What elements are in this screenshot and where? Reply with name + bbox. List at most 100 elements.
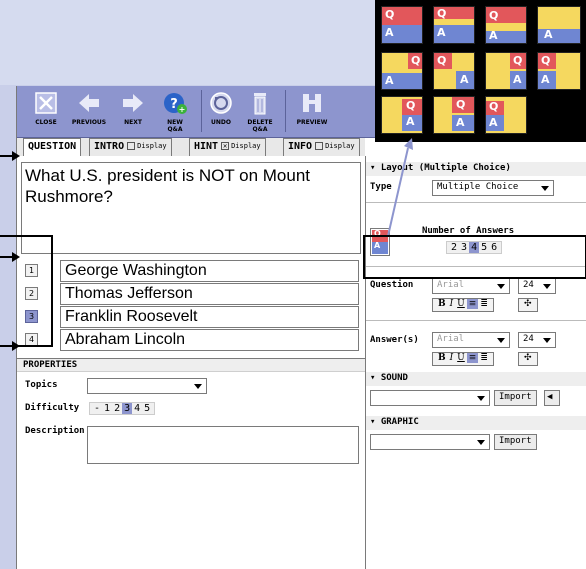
align-left-icon[interactable]: ≡ bbox=[466, 353, 479, 363]
difficulty-selector: -12345 bbox=[89, 402, 156, 415]
tile-a: A bbox=[456, 116, 465, 129]
background-top bbox=[0, 0, 375, 85]
preview-button[interactable]: PREVIEW bbox=[291, 88, 333, 136]
question-text-field[interactable]: What U.S. president is NOT on Mount Rush… bbox=[21, 162, 361, 254]
question-font-value: Arial bbox=[437, 280, 465, 290]
layouts-popup: QA QA QA A QA QA QA QA QA QA QA bbox=[375, 0, 586, 142]
tab-hint[interactable]: HINT ✕ Display bbox=[189, 138, 266, 156]
description-label: Description bbox=[25, 426, 85, 436]
undo-icon bbox=[210, 92, 232, 114]
question-font-select[interactable]: Arial bbox=[432, 278, 510, 294]
tab-intro[interactable]: INTRO Display bbox=[89, 138, 172, 156]
answer-field-1[interactable]: George Washington bbox=[60, 260, 359, 282]
tile-a: A bbox=[406, 115, 415, 128]
new-qa-button[interactable]: ? + NEW Q&A bbox=[159, 88, 191, 136]
answer-number-1[interactable]: 1 bbox=[25, 264, 38, 277]
answers-size-value: 24 bbox=[523, 334, 534, 344]
underline-button[interactable]: U bbox=[455, 353, 467, 363]
svg-text:?: ? bbox=[170, 97, 178, 112]
layout-option[interactable]: QA bbox=[433, 6, 475, 44]
difficulty-option[interactable]: 1 bbox=[102, 403, 112, 414]
layout-header: ▾ Layout (Multiple Choice) bbox=[366, 162, 586, 176]
move-icon[interactable]: ✣ bbox=[518, 352, 538, 366]
intro-display-label: Display bbox=[137, 142, 167, 150]
difficulty-option[interactable]: 3 bbox=[122, 403, 133, 414]
layout-option[interactable]: QA bbox=[485, 52, 527, 90]
answers-font-select[interactable]: Arial bbox=[432, 332, 510, 348]
layout-option[interactable]: QA bbox=[381, 96, 423, 134]
num-answers-option[interactable]: 6 bbox=[489, 242, 499, 253]
layout-option[interactable]: QA bbox=[433, 96, 475, 134]
layout-option[interactable]: QA bbox=[485, 96, 527, 134]
tab-question[interactable]: QUESTION bbox=[23, 138, 82, 157]
difficulty-option[interactable]: - bbox=[92, 403, 102, 414]
info-display-checkbox[interactable] bbox=[315, 142, 324, 150]
layout-option[interactable]: QA bbox=[433, 52, 475, 90]
graphic-import-button[interactable]: Import bbox=[494, 434, 537, 450]
chevron-down-icon bbox=[541, 186, 549, 191]
answer-field-4[interactable]: Abraham Lincoln bbox=[60, 329, 359, 351]
new-qa-label: NEW Q&A bbox=[167, 119, 183, 133]
tile-q: Q bbox=[489, 9, 499, 22]
num-answers-option[interactable]: 3 bbox=[459, 242, 469, 253]
tile-q: Q bbox=[406, 99, 416, 112]
divider bbox=[366, 320, 586, 321]
topics-label: Topics bbox=[25, 380, 58, 390]
svg-text:+: + bbox=[179, 105, 186, 114]
question-size-value: 24 bbox=[523, 280, 534, 290]
tab-info-label: INFO bbox=[288, 141, 313, 152]
layout-option[interactable]: A bbox=[537, 6, 581, 44]
align-center-icon[interactable]: ≣ bbox=[478, 299, 490, 309]
layout-option[interactable]: QA bbox=[485, 6, 527, 44]
tab-info[interactable]: INFO Display bbox=[283, 138, 360, 156]
answer-row: 2 Thomas Jefferson bbox=[17, 283, 365, 305]
answer-number-2[interactable]: 2 bbox=[25, 287, 38, 300]
close-button[interactable]: CLOSE bbox=[29, 88, 63, 136]
difficulty-option[interactable]: 5 bbox=[142, 403, 152, 414]
properties-header: PROPERTIES bbox=[17, 358, 365, 372]
intro-display-checkbox[interactable] bbox=[127, 142, 136, 150]
thumb-a: A bbox=[374, 241, 381, 250]
graphic-select[interactable] bbox=[370, 434, 490, 450]
layout-option[interactable]: QA bbox=[381, 6, 423, 44]
difficulty-option[interactable]: 2 bbox=[112, 403, 122, 414]
num-answers-option[interactable]: 4 bbox=[469, 242, 480, 253]
underline-button[interactable]: U bbox=[455, 299, 467, 309]
next-button[interactable]: NEXT bbox=[117, 88, 149, 136]
delete-qa-button[interactable]: DELETE Q&A bbox=[243, 88, 277, 136]
num-answers-option[interactable]: 5 bbox=[479, 242, 489, 253]
answers-size-select[interactable]: 24 bbox=[518, 332, 556, 348]
layout-option[interactable]: QA bbox=[537, 52, 581, 90]
difficulty-option[interactable]: 4 bbox=[132, 403, 142, 414]
chevron-down-icon bbox=[543, 338, 551, 343]
answer-field-2[interactable]: Thomas Jefferson bbox=[60, 283, 359, 305]
answer-field-3[interactable]: Franklin Roosevelt bbox=[60, 306, 359, 328]
layout-thumbnail[interactable]: Q A bbox=[370, 228, 390, 256]
bold-button[interactable]: B bbox=[436, 353, 448, 363]
sound-import-button[interactable]: Import bbox=[494, 390, 537, 406]
num-answers-option[interactable]: 2 bbox=[449, 242, 459, 253]
question-size-select[interactable]: 24 bbox=[518, 278, 556, 294]
previous-button[interactable]: PREVIOUS bbox=[69, 88, 109, 136]
hint-display-label: Display bbox=[231, 142, 261, 150]
tile-q: Q bbox=[513, 54, 523, 67]
move-icon[interactable]: ✣ bbox=[518, 298, 538, 312]
align-left-icon[interactable]: ≡ bbox=[466, 299, 479, 309]
hint-display-checkbox[interactable]: ✕ bbox=[221, 142, 230, 150]
bold-button[interactable]: B bbox=[436, 299, 448, 309]
layout-option[interactable]: QA bbox=[381, 52, 423, 90]
align-center-icon[interactable]: ≣ bbox=[478, 353, 490, 363]
arrow-left-icon bbox=[79, 94, 99, 112]
speaker-icon[interactable]: ◀ bbox=[544, 390, 560, 406]
tab-bar: QUESTION INTRO Display HINT ✕ Display INFO D… bbox=[17, 138, 365, 157]
topics-select[interactable] bbox=[87, 378, 207, 394]
info-display-label: Display bbox=[325, 142, 355, 150]
sound-select[interactable] bbox=[370, 390, 490, 406]
question-editor: What U.S. president is NOT on Mount Rush… bbox=[17, 156, 365, 569]
divider bbox=[366, 266, 586, 267]
description-field[interactable] bbox=[87, 426, 359, 464]
undo-button[interactable]: UNDO bbox=[207, 88, 235, 136]
answer-number-4[interactable]: 4 bbox=[25, 333, 38, 346]
answer-number-3[interactable]: 3 bbox=[25, 310, 38, 323]
type-select[interactable]: Multiple Choice bbox=[432, 180, 554, 196]
